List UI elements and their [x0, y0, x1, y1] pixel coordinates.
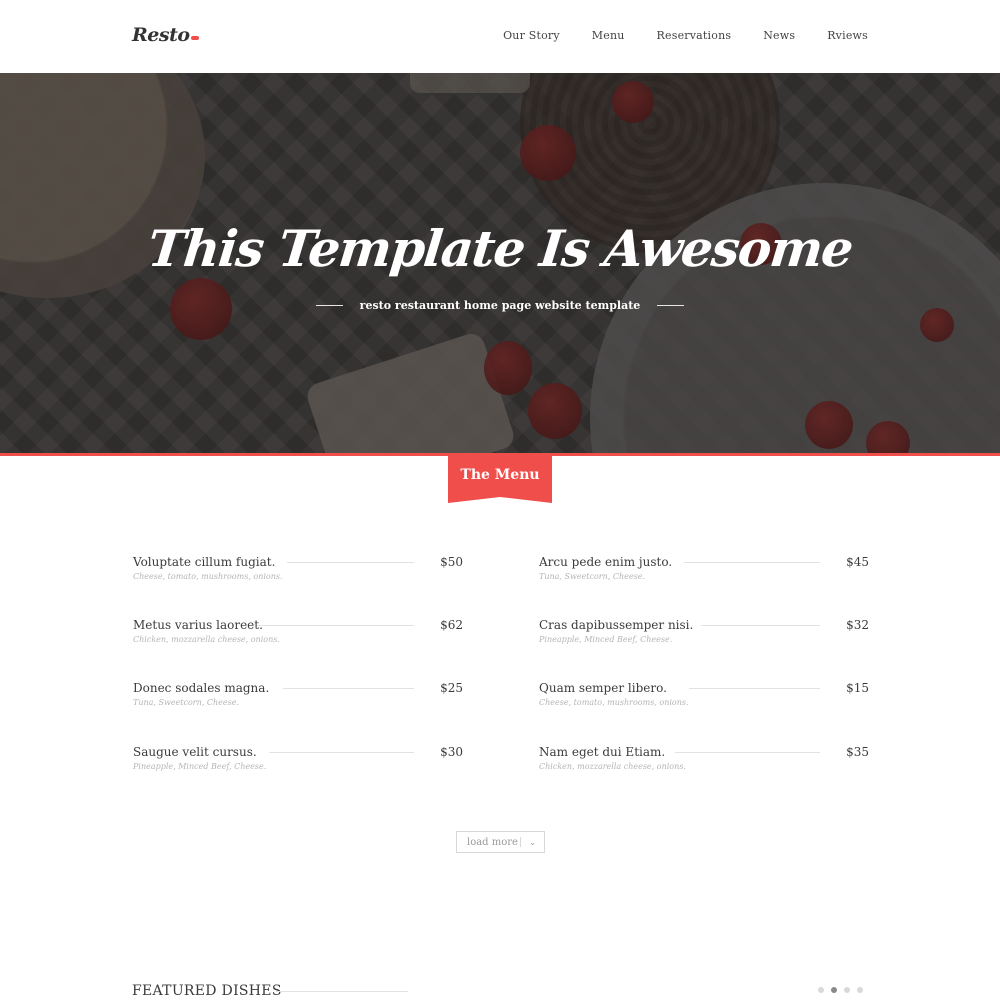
menu-item-price: $50	[440, 555, 463, 569]
menu-item-leader-line	[283, 688, 414, 689]
carousel-dot[interactable]	[857, 987, 863, 993]
menu-item[interactable]: Donec sodales magna. Tuna, Sweetcorn, Ch…	[133, 681, 469, 715]
load-more-label: load more	[467, 836, 518, 848]
menu-item-name: Quam semper libero.	[539, 681, 667, 695]
menu-item[interactable]: Cras dapibussemper nisi. Pineapple, Minc…	[539, 618, 875, 652]
menu-item-price: $45	[846, 555, 869, 569]
menu-item-description: Tuna, Sweetcorn, Cheese.	[133, 698, 239, 707]
menu-ribbon: The Menu	[448, 453, 552, 503]
menu-item[interactable]: Nam eget dui Etiam. Chicken, mozzarella …	[539, 745, 875, 779]
menu-item-description: Chicken, mozzarella cheese, onions.	[539, 762, 686, 771]
menu-item-price: $15	[846, 681, 869, 695]
menu-item-name: Nam eget dui Etiam.	[539, 745, 666, 759]
menu-ribbon-label: The Menu	[460, 467, 540, 483]
hero-banner: This Template Is Awesome resto restauran…	[0, 73, 1000, 454]
chevron-down-icon: ⌄	[529, 837, 536, 847]
menu-item-description: Cheese, tomato, mushrooms, onions.	[539, 698, 689, 707]
load-more-button[interactable]: load more ⌄	[456, 831, 545, 853]
nav-reservations[interactable]: Reservations	[657, 29, 732, 42]
menu-item-leader-line	[269, 752, 414, 753]
menu-item-description: Pineapple, Minced Beef, Cheese.	[539, 635, 673, 644]
menu-item-description: Pineapple, Minced Beef, Cheese.	[133, 762, 267, 771]
menu-item-leader-line	[257, 625, 414, 626]
logo-accent-dot	[190, 36, 199, 40]
menu-item-leader-line	[675, 752, 820, 753]
menu-item-price: $62	[440, 618, 463, 632]
menu-item-description: Cheese, tomato, mushrooms, onions.	[133, 572, 283, 581]
menu-item-leader-line	[689, 688, 820, 689]
carousel-pagination	[818, 987, 870, 993]
menu-item-price: $32	[846, 618, 869, 632]
menu-item-name: Cras dapibussemper nisi.	[539, 618, 694, 632]
menu-item[interactable]: Saugue velit cursus. Pineapple, Minced B…	[133, 745, 469, 779]
carousel-dot-active[interactable]	[831, 987, 837, 993]
menu-item[interactable]: Quam semper libero. Cheese, tomato, mush…	[539, 681, 875, 715]
logo-text[interactable]: Resto	[132, 24, 190, 46]
site-header: Resto Our Story Menu Reservations News R…	[0, 0, 1000, 73]
menu-item[interactable]: Arcu pede enim justo. Tuna, Sweetcorn, C…	[539, 555, 875, 589]
menu-item-name: Metus varius laoreet.	[133, 618, 263, 632]
menu-item-price: $30	[440, 745, 463, 759]
featured-dishes-divider	[276, 991, 408, 992]
nav-our-story[interactable]: Our Story	[503, 29, 560, 42]
menu-item-price: $25	[440, 681, 463, 695]
logo[interactable]: Resto	[132, 24, 199, 46]
menu-item-leader-line	[701, 625, 820, 626]
nav-reviews[interactable]: Rviews	[827, 29, 868, 42]
nav-news[interactable]: News	[763, 29, 795, 42]
menu-item-leader-line	[684, 562, 820, 563]
hero-subtitle-divider	[315, 305, 343, 306]
carousel-dot[interactable]	[818, 987, 824, 993]
menu-item-name: Donec sodales magna.	[133, 681, 270, 695]
menu-item-name: Arcu pede enim justo.	[539, 555, 673, 569]
carousel-dot[interactable]	[844, 987, 850, 993]
menu-item-description: Chicken, mozzarella cheese, onions.	[133, 635, 280, 644]
menu-item[interactable]: Voluptate cillum fugiat. Cheese, tomato,…	[133, 555, 469, 589]
menu-item-description: Tuna, Sweetcorn, Cheese.	[539, 572, 645, 581]
hero-subtitle-row: resto restaurant home page website templ…	[0, 299, 1000, 312]
menu-item-name: Saugue velit cursus.	[133, 745, 257, 759]
menu-item-name: Voluptate cillum fugiat.	[133, 555, 276, 569]
hero-title: This Template Is Awesome	[145, 219, 855, 278]
menu-item-price: $35	[846, 745, 869, 759]
menu-item[interactable]: Metus varius laoreet. Chicken, mozzarell…	[133, 618, 469, 652]
hero-subtitle: resto restaurant home page website templ…	[359, 299, 641, 312]
nav-menu[interactable]: Menu	[592, 29, 625, 42]
menu-item-leader-line	[287, 562, 414, 563]
main-nav: Our Story Menu Reservations News Rviews	[471, 29, 868, 42]
featured-dishes-title: FEATURED DISHES	[132, 983, 282, 999]
hero-subtitle-divider	[657, 305, 685, 306]
